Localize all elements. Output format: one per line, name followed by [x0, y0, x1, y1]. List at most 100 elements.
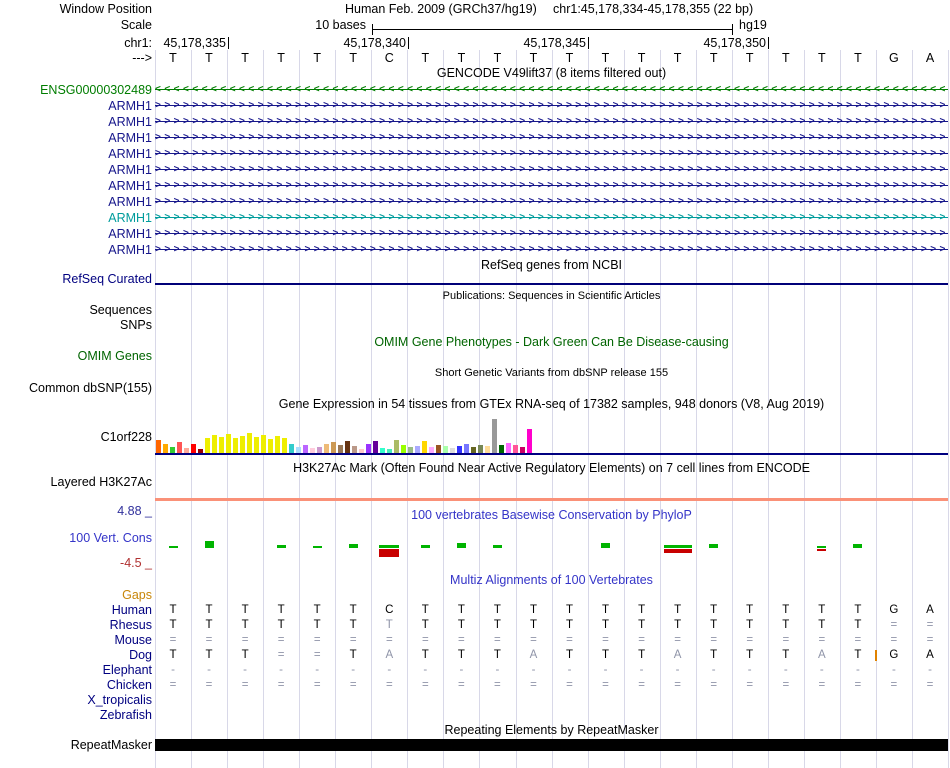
dbsnp-track-title[interactable]: Short Genetic Variants from dbSNP releas…	[155, 367, 948, 379]
repeatmasker-label[interactable]: RepeatMasker	[71, 738, 152, 752]
gtex-bar[interactable]	[212, 435, 217, 453]
gtex-bar[interactable]	[436, 445, 441, 453]
gene-row[interactable]: ARMH1 >>>>>>>>>>>>>>>>>>>>>>>>>>>>>>>>>>>…	[0, 242, 950, 258]
snps-label[interactable]: SNPs	[120, 318, 152, 332]
gene-row[interactable]: ENSG00000302489 <<<<<<<<<<<<<<<<<<<<<<<<<…	[0, 82, 950, 98]
repeatmasker-item[interactable]	[155, 739, 948, 751]
gtex-bar[interactable]	[499, 445, 504, 453]
gtex-bar[interactable]	[261, 435, 266, 453]
gtex-bar[interactable]	[478, 445, 483, 453]
gtex-bar[interactable]	[247, 433, 252, 453]
omim-track-title[interactable]: OMIM Gene Phenotypes - Dark Green Can Be…	[155, 335, 948, 349]
species-label[interactable]: Dog	[129, 648, 152, 662]
gtex-bar[interactable]	[268, 439, 273, 453]
species-label[interactable]: Elephant	[103, 663, 152, 677]
species-label[interactable]: X_tropicalis	[87, 693, 152, 707]
gtex-bar[interactable]	[233, 438, 238, 453]
gtex-bar[interactable]	[422, 441, 427, 453]
species-label[interactable]: Zebrafish	[100, 708, 152, 722]
species-label[interactable]: Rhesus	[110, 618, 152, 632]
species-label[interactable]: Mouse	[114, 633, 152, 647]
refseq-track-title[interactable]: RefSeq genes from NCBI	[155, 258, 948, 272]
refseq-curated-label[interactable]: RefSeq Curated	[62, 272, 152, 286]
gtex-bar[interactable]	[324, 444, 329, 453]
gtex-bar[interactable]	[352, 446, 357, 453]
gtex-bar[interactable]	[415, 446, 420, 453]
refseq-dense-item[interactable]	[155, 283, 948, 285]
gtex-bar[interactable]	[345, 441, 350, 453]
gtex-bar[interactable]	[240, 436, 245, 453]
gene-row[interactable]: ARMH1 >>>>>>>>>>>>>>>>>>>>>>>>>>>>>>>>>>>…	[0, 146, 950, 162]
gene-label[interactable]: ARMH1	[108, 131, 152, 145]
gene-row[interactable]: ARMH1 >>>>>>>>>>>>>>>>>>>>>>>>>>>>>>>>>>>…	[0, 194, 950, 210]
gencode-track-title[interactable]: GENCODE V49lift37 (8 items filtered out)	[155, 66, 948, 80]
gene-row[interactable]: ARMH1 >>>>>>>>>>>>>>>>>>>>>>>>>>>>>>>>>>>…	[0, 210, 950, 226]
gene-row[interactable]: ARMH1 >>>>>>>>>>>>>>>>>>>>>>>>>>>>>>>>>>>…	[0, 162, 950, 178]
gtex-bar[interactable]	[205, 438, 210, 453]
gtex-bar[interactable]	[163, 444, 168, 453]
gtex-bar[interactable]	[226, 434, 231, 453]
gtex-bar[interactable]	[303, 445, 308, 453]
gtex-bar[interactable]	[443, 446, 448, 453]
gtex-bar[interactable]	[457, 446, 462, 453]
gene-row[interactable]: ARMH1 >>>>>>>>>>>>>>>>>>>>>>>>>>>>>>>>>>>…	[0, 114, 950, 130]
gene-label[interactable]: ARMH1	[108, 211, 152, 225]
alignment-base: T	[638, 649, 646, 661]
gtex-bar[interactable]	[282, 438, 287, 453]
omim-genes-label[interactable]: OMIM Genes	[78, 349, 152, 363]
gene-label[interactable]: ARMH1	[108, 163, 152, 177]
vert-cons-label[interactable]: 100 Vert. Cons	[69, 531, 152, 545]
gtex-bar[interactable]	[513, 445, 518, 453]
sequences-label[interactable]: Sequences	[89, 303, 152, 317]
gene-label[interactable]: ARMH1	[108, 115, 152, 129]
gtex-bar[interactable]	[331, 442, 336, 453]
gene-label[interactable]: ARMH1	[108, 195, 152, 209]
gtex-bar[interactable]	[177, 442, 182, 453]
species-label[interactable]: Chicken	[107, 678, 152, 692]
gene-row[interactable]: ARMH1 >>>>>>>>>>>>>>>>>>>>>>>>>>>>>>>>>>>…	[0, 178, 950, 194]
gtex-bar[interactable]	[156, 440, 161, 453]
multiz-track-title[interactable]: Multiz Alignments of 100 Vertebrates	[155, 573, 948, 587]
gtex-bar[interactable]	[506, 443, 511, 453]
gtex-bar[interactable]	[394, 440, 399, 453]
gene-label[interactable]: ARMH1	[108, 243, 152, 257]
alignment-base: =	[926, 619, 934, 631]
gtex-bar[interactable]	[492, 419, 497, 453]
gtex-bar[interactable]	[366, 444, 371, 453]
gtex-bar[interactable]	[373, 441, 378, 453]
gene-label[interactable]: ARMH1	[108, 99, 152, 113]
gene-label[interactable]: ARMH1	[108, 179, 152, 193]
gtex-bar[interactable]	[401, 445, 406, 453]
gtex-bar[interactable]	[485, 446, 490, 453]
species-label[interactable]: Gaps	[122, 588, 152, 602]
base-letter: T	[817, 51, 826, 65]
h3k27ac-signal[interactable]	[155, 498, 948, 501]
gtex-bar[interactable]	[275, 436, 280, 453]
alignment-base: A	[817, 649, 826, 661]
gene-row[interactable]: ARMH1 >>>>>>>>>>>>>>>>>>>>>>>>>>>>>>>>>>>…	[0, 130, 950, 146]
layered-h3k27ac-label[interactable]: Layered H3K27Ac	[51, 475, 152, 489]
gtex-bar[interactable]	[464, 444, 469, 453]
gtex-gene-label[interactable]: C1orf228	[101, 430, 152, 444]
gtex-bar[interactable]	[254, 437, 259, 453]
gtex-bar[interactable]	[191, 444, 196, 453]
alignment-base: =	[458, 679, 465, 691]
ruler-coordinate: 45,178,350	[703, 36, 766, 50]
gtex-bar[interactable]	[219, 437, 224, 453]
gene-row[interactable]: ARMH1 >>>>>>>>>>>>>>>>>>>>>>>>>>>>>>>>>>>…	[0, 98, 950, 114]
gtex-bar[interactable]	[289, 444, 294, 453]
h3k27ac-track-title[interactable]: H3K27Ac Mark (Often Found Near Active Re…	[155, 461, 948, 475]
common-dbsnp-label[interactable]: Common dbSNP(155)	[29, 381, 152, 395]
gene-label[interactable]: ARMH1	[108, 147, 152, 161]
gtex-track-title[interactable]: Gene Expression in 54 tissues from GTEx …	[155, 397, 948, 411]
gtex-bar[interactable]	[527, 429, 532, 453]
gene-label[interactable]: ARMH1	[108, 227, 152, 241]
gene-row[interactable]: ARMH1 >>>>>>>>>>>>>>>>>>>>>>>>>>>>>>>>>>>…	[0, 226, 950, 242]
repeatmasker-track-title[interactable]: Repeating Elements by RepeatMasker	[155, 723, 948, 737]
publications-track-title[interactable]: Publications: Sequences in Scientific Ar…	[155, 290, 948, 302]
phylop-track-title[interactable]: 100 vertebrates Basewise Conservation by…	[155, 508, 948, 522]
species-label[interactable]: Human	[112, 603, 152, 617]
gtex-bar[interactable]	[338, 445, 343, 453]
alignment-base: =	[890, 634, 898, 646]
gene-label[interactable]: ENSG00000302489	[40, 83, 152, 97]
